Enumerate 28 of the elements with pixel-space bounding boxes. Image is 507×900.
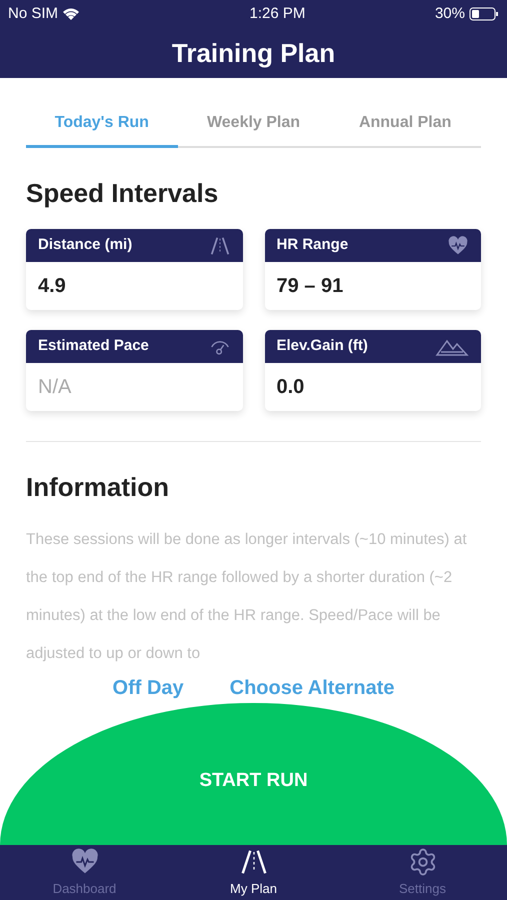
link[interactable]: Off Day bbox=[112, 673, 184, 703]
stat-label: Distance (mi) bbox=[38, 235, 132, 256]
nav-item[interactable]: Dashboard bbox=[0, 845, 169, 900]
workout-title: Speed Intervals bbox=[26, 177, 220, 210]
stat-value: N/A bbox=[38, 375, 72, 400]
nav-item[interactable]: Settings bbox=[338, 845, 507, 900]
tab[interactable]: Annual Plan bbox=[329, 100, 482, 148]
stat-value: 0.0 bbox=[276, 375, 304, 400]
road-icon bbox=[208, 234, 230, 256]
heart-pulse-icon bbox=[447, 234, 469, 256]
clock-text: 1:26 PM bbox=[250, 4, 306, 24]
carrier-text: No SIM bbox=[8, 4, 58, 24]
battery-text: 30% bbox=[434, 4, 465, 24]
tab[interactable]: Today's Run bbox=[26, 100, 178, 148]
stat-label: Elev.Gain (ft) bbox=[276, 336, 368, 356]
nav-item[interactable]: My Plan bbox=[169, 845, 338, 900]
tab[interactable]: Weekly Plan bbox=[178, 100, 330, 148]
link[interactable]: Choose Alternate bbox=[230, 673, 394, 703]
information-title: Information bbox=[26, 471, 170, 504]
wifi-icon bbox=[62, 7, 80, 21]
header-title: Training Plan bbox=[172, 36, 336, 70]
battery-icon bbox=[468, 7, 499, 21]
stat-label: HR Range bbox=[276, 235, 348, 256]
start-run-button[interactable]: START RUN bbox=[0, 703, 507, 846]
stat-value: 4.9 bbox=[38, 274, 66, 299]
stat-label: Estimated Pace bbox=[38, 336, 149, 356]
information-text: These sessions will be done as longer intervals (~10 minutes) at the top end of the HR range followed by a shorter duration (~2 minutes) at the low end of the HR range. Speed/Pace will be adjusted to up or down to bbox=[26, 530, 468, 664]
stat-value: 79 – 91 bbox=[276, 274, 344, 299]
